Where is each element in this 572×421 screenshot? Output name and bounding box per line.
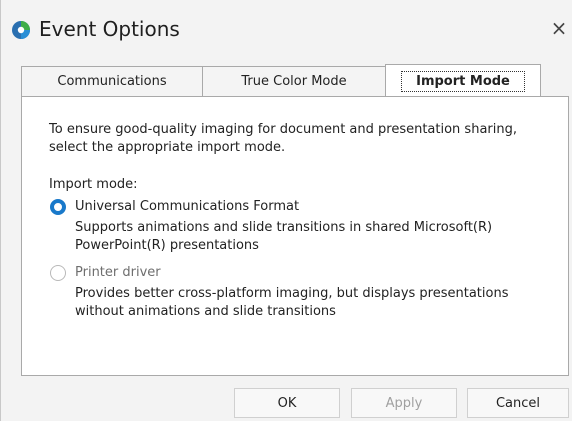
intro-text: To ensure good-quality imaging for docum…	[49, 122, 517, 155]
app-logo-icon	[12, 21, 30, 39]
cancel-button-label: Cancel	[495, 395, 541, 411]
import-mode-panel: To ensure good-quality imaging for docum…	[21, 96, 569, 376]
title-bar: Event Options ×	[1, 0, 572, 48]
option-description-printer-driver: Provides better cross-platform imaging, …	[75, 286, 509, 319]
option-label-ucf[interactable]: Universal Communications Format	[75, 199, 299, 214]
radio-universal-communications-format[interactable]	[50, 199, 66, 215]
tab-true-color-mode[interactable]: True Color Mode	[202, 66, 386, 96]
option-description-ucf: Supports animations and slide transition…	[75, 220, 493, 253]
tab-label: True Color Mode	[241, 74, 347, 89]
option-label-printer-driver[interactable]: Printer driver	[75, 265, 161, 280]
import-mode-label: Import mode:	[49, 177, 138, 192]
tab-label: Import Mode	[401, 70, 525, 92]
tab-communications[interactable]: Communications	[21, 66, 203, 96]
ok-button-label: OK	[277, 395, 297, 411]
tab-import-mode[interactable]: Import Mode	[385, 64, 541, 97]
close-icon: ×	[550, 16, 568, 40]
event-options-dialog: Event Options × Communications True Colo…	[0, 0, 572, 421]
apply-button-label: Apply	[385, 395, 423, 411]
cancel-button[interactable]: Cancel	[467, 388, 569, 418]
tab-label: Communications	[57, 74, 167, 89]
close-button[interactable]: ×	[549, 16, 569, 40]
apply-button[interactable]: Apply	[351, 388, 457, 418]
dialog-title: Event Options	[39, 17, 180, 41]
radio-printer-driver[interactable]	[50, 265, 66, 281]
ok-button[interactable]: OK	[234, 388, 340, 418]
